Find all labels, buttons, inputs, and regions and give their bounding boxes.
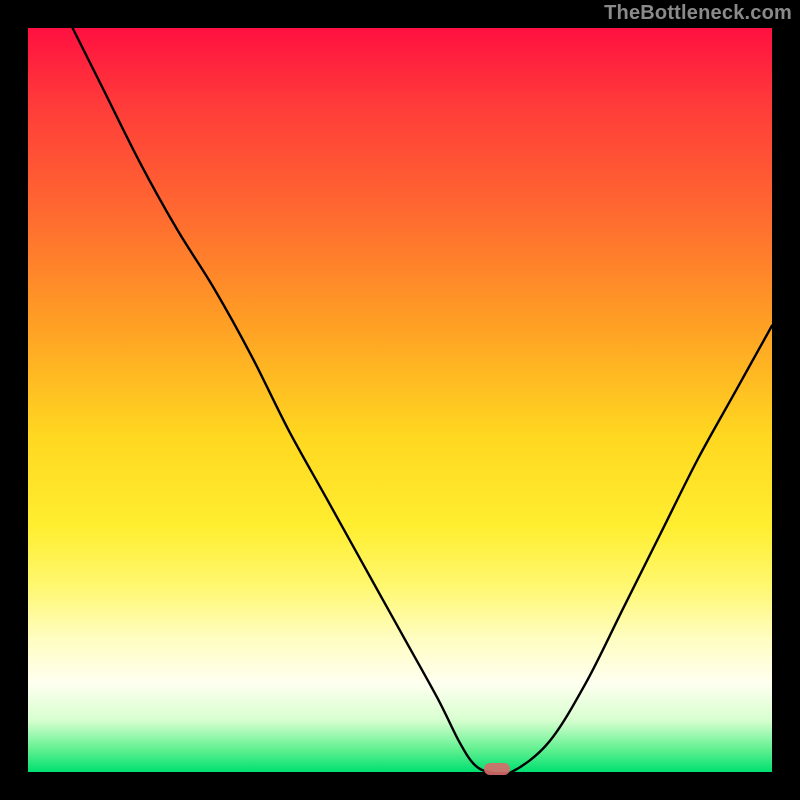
watermark-label: TheBottleneck.com [604,2,792,25]
plot-area [28,28,772,772]
background-gradient [28,28,772,772]
chart-frame: TheBottleneck.com [0,0,800,800]
optimal-marker [484,763,510,775]
